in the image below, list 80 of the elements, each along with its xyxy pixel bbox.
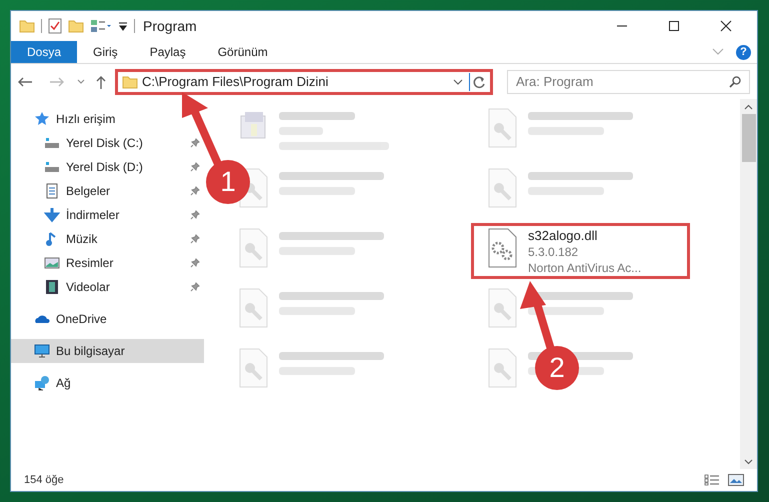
ribbon-tab[interactable]: Görünüm [202,41,284,63]
scrollbar[interactable] [740,99,757,469]
search-field[interactable]: Ara: Program [507,70,750,94]
image-icon [44,255,60,271]
sidebar-item[interactable]: Ağ [11,371,204,395]
ribbon-tab[interactable]: Paylaş [134,41,202,63]
dll-file-icon [486,288,518,328]
pin-icon[interactable] [190,162,200,172]
sidebar-item[interactable]: Müzik [11,227,204,251]
film-icon [44,279,60,295]
item-label: Hızlı erişim [56,111,116,128]
dll-file-icon [486,168,518,208]
pin-icon[interactable] [190,282,200,292]
caret-icon[interactable] [77,78,85,84]
scroll-down-icon[interactable] [744,459,753,465]
star-icon [34,111,50,127]
window-title: Program [143,16,197,36]
sidebar-item[interactable]: Yerel Disk (D:) [11,155,204,179]
forward-icon[interactable] [49,76,65,88]
view-icon[interactable] [90,19,112,33]
sidebar-item[interactable]: Hızlı erişim [11,107,124,131]
folder-icon[interactable] [19,19,35,33]
sidebar-item[interactable]: İndirmeler [11,203,204,227]
sidebar-item[interactable]: OneDrive [11,307,204,331]
up-icon[interactable] [95,74,107,88]
dropdown-icon[interactable] [453,78,463,84]
properties-icon[interactable] [48,18,62,34]
sidebar-item[interactable]: Yerel Disk (C:) [11,131,204,155]
chevron-icon[interactable] [712,48,724,56]
scrollbar-thumb[interactable] [742,114,756,162]
help-button[interactable]: ? [736,44,751,60]
sidebar-item[interactable]: Bu bilgisayar [11,339,204,363]
gear-file-icon [486,228,518,268]
drive-icon [44,159,60,175]
tiles-view-icon[interactable] [728,474,744,486]
item-label: Ağ [56,375,72,392]
scroll-up-icon[interactable] [744,104,753,110]
pin-icon[interactable] [190,210,200,220]
file-detail: Norton AntiVirus Ac... [528,260,642,276]
dll-file-icon [237,348,269,388]
details-view-icon[interactable] [704,474,720,486]
item-label: Yerel Disk (D:) [66,159,144,176]
item-label: İndirmeler [66,207,120,224]
pin-icon[interactable] [190,138,200,148]
sidebar-item[interactable]: Videolar [11,275,204,299]
network-icon [34,375,50,391]
ribbon-tab[interactable]: Dosya [11,41,78,63]
pin-icon[interactable] [190,258,200,268]
sidebar-item[interactable]: Resimler [11,251,204,275]
dll-file-icon [486,108,518,148]
folder-icon [122,74,138,88]
dll-file-icon [237,288,269,328]
search-icon [729,76,741,88]
monitor-icon [34,343,50,359]
item-label: Bu bilgisayar [56,343,126,360]
item-label: Belgeler [66,183,112,200]
file-detail: 5.3.0.182 [528,244,580,260]
address-bar[interactable]: C:\Program Files\Program Dizini [115,68,493,94]
item-label: OneDrive [56,311,108,328]
item-count: 154 öğe [24,472,64,488]
folder-icon[interactable] [68,19,84,33]
pin-icon[interactable] [190,234,200,244]
item-label: Videolar [66,279,111,296]
address-path: C:\Program Files\Program Dizini [142,72,330,91]
dll-file-icon [237,228,269,268]
download-icon [44,207,60,223]
item-label: Müzik [66,231,98,248]
item-label: Resimler [66,255,114,272]
file-name: s32alogo.dll [528,228,598,244]
search-placeholder: Ara: Program [516,72,594,91]
pin-icon[interactable] [190,186,200,196]
back-icon[interactable] [17,76,33,88]
drive-icon [44,135,60,151]
sidebar-item[interactable]: Belgeler [11,179,204,203]
document-icon [44,183,60,199]
dll-file-icon [486,348,518,388]
customize-icon[interactable] [118,21,128,31]
ribbon-tab[interactable]: Giriş [77,41,134,63]
item-label: Yerel Disk (C:) [66,135,144,152]
file-item[interactable]: s32alogo.dll 5.3.0.182 Norton AntiVirus Ac... [471,223,690,279]
